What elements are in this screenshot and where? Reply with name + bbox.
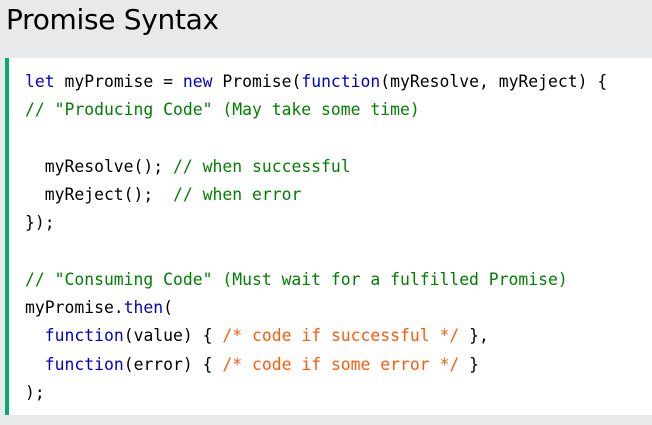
code-line-3-blank [25,125,607,153]
method-then: then [123,298,164,317]
code-text: myReject(); [25,185,174,204]
code-block: let myPromise = new Promise(function(myR… [25,68,607,407]
block-comment: /* code if some error */ [222,354,460,374]
block-comment: /* code if successful */ [222,326,460,346]
keyword-function: function [44,354,124,374]
keyword-function: function [301,72,381,91]
code-line-4: myResolve(); // when successful [25,153,607,181]
code-text: ( [163,298,174,317]
code-example-panel: let myPromise = new Promise(function(myR… [5,58,652,415]
keyword-function: function [44,326,124,346]
code-line-9: myPromise.then( [25,294,607,322]
line-comment: // when error [173,185,302,204]
code-text: } [459,354,479,374]
code-text: }); [25,213,55,233]
keyword-let: let [25,72,55,91]
code-line-2: // "Producing Code" (May take some time) [25,96,607,124]
code-line-6: }); [25,209,607,237]
code-text: (value) { [123,326,223,346]
code-text: (error) { [123,354,223,374]
code-line-10: function(value) { /* code if successful … [25,322,607,350]
code-line-1: let myPromise = new Promise(function(myR… [25,68,607,96]
code-text: (myResolve, myReject) { [380,72,608,91]
code-line-7-blank [25,238,607,266]
line-comment: // "Producing Code" (May take some time) [25,100,420,120]
keyword-new: new [182,72,213,91]
page-title: Promise Syntax [6,3,219,36]
code-line-8: // "Consuming Code" (Must wait for a ful… [25,266,607,294]
code-text: }, [459,326,489,346]
code-line-5: myReject(); // when error [25,181,607,209]
code-text: myResolve(); [25,156,174,176]
code-text: myPromise = [54,72,183,91]
line-comment: // when successful [173,156,351,176]
code-text: Promise( [212,72,302,91]
code-line-11: function(error) { /* code if some error … [25,351,607,379]
code-line-12: ); [25,379,607,407]
line-comment: // "Consuming Code" (Must wait for a ful… [25,269,568,289]
code-text: ); [25,382,45,402]
code-text: myPromise. [25,298,124,317]
